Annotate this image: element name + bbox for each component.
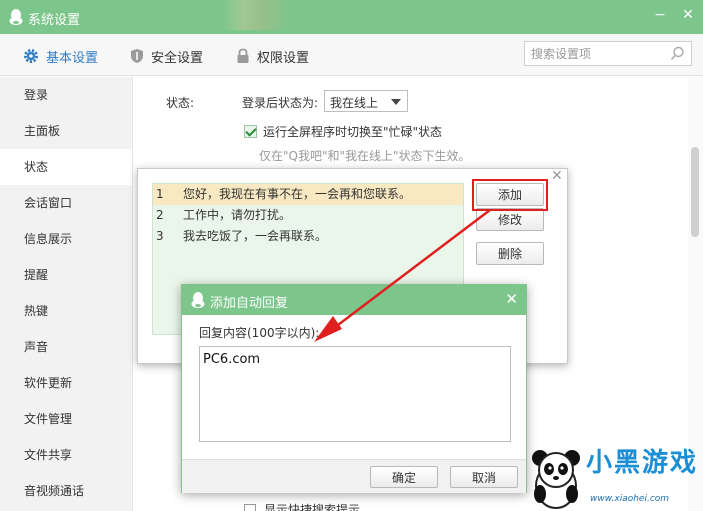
add-dialog-footer: 确定 取消 — [182, 459, 526, 493]
quick-search-tip-checkbox[interactable] — [244, 503, 256, 511]
add-button-highlight — [472, 179, 548, 211]
title-background-image — [222, 0, 292, 30]
qq-penguin-icon — [9, 9, 23, 25]
shield-icon — [131, 49, 143, 63]
panda-logo-icon — [532, 450, 580, 509]
quick-search-tip-label: 显示快捷搜索提示 — [264, 503, 361, 511]
reply-content-input[interactable] — [199, 346, 511, 442]
minimize-button[interactable]: − — [652, 7, 668, 23]
reply-number: 3 — [156, 229, 164, 243]
tab-permission-settings[interactable]: 权限设置 — [236, 46, 309, 66]
status-section-label: 状态: — [166, 96, 195, 110]
auto-reply-row[interactable]: 2 工作中，请勿打扰。 — [153, 205, 463, 226]
confirm-button[interactable]: 确定 — [370, 466, 438, 488]
tab-basic-settings-label: 基本设置 — [46, 50, 99, 66]
login-status-select[interactable]: 我在线上 — [324, 90, 408, 112]
close-button[interactable]: ✕ — [680, 7, 696, 23]
reply-text: 您好，我现在有事不在，一会再和您联系。 — [183, 187, 412, 201]
settings-tabs: 基本设置 安全设置 权限设置 — [0, 34, 703, 76]
fullscreen-busy-checkbox[interactable] — [244, 125, 257, 138]
reply-text: 工作中，请勿打扰。 — [183, 208, 292, 222]
sidebar-item-file-management[interactable]: 文件管理 — [0, 401, 132, 437]
sidebar-item-hotkey[interactable]: 热键 — [0, 293, 132, 329]
sidebar-item-login[interactable]: 登录 — [0, 77, 132, 113]
fullscreen-busy-label: 运行全屏程序时切换至"忙碌"状态 — [263, 125, 443, 139]
quick-search-tip-option[interactable]: 显示快捷搜索提示 — [244, 501, 360, 511]
reply-text: 我去吃饭了，一会再联系。 — [183, 229, 328, 243]
window-title: 系统设置 — [28, 13, 81, 28]
auto-reply-row[interactable]: 3 我去吃饭了，一会再联系。 — [153, 226, 463, 247]
add-dialog-titlebar: 添加自动回复 ✕ — [182, 285, 526, 315]
sidebar-item-software-update[interactable]: 软件更新 — [0, 365, 132, 401]
sidebar-item-file-sharing[interactable]: 文件共享 — [0, 437, 132, 473]
window-titlebar: 系统设置 − ✕ — [0, 0, 703, 34]
auto-reply-row[interactable]: 1 您好，我现在有事不在，一会再和您联系。 — [153, 184, 463, 205]
sidebar-item-reminder[interactable]: 提醒 — [0, 257, 132, 293]
edit-reply-button[interactable]: 修改 — [476, 208, 544, 231]
sidebar-item-av-call[interactable]: 音视频通话 — [0, 473, 132, 509]
reply-content-label: 回复内容(100字以内): — [199, 326, 320, 340]
login-status-value: 我在线上 — [330, 96, 379, 110]
search-input[interactable] — [531, 45, 661, 63]
search-icon[interactable] — [670, 46, 685, 61]
cancel-button[interactable]: 取消 — [450, 466, 518, 488]
sidebar-item-status[interactable]: 状态 — [0, 149, 132, 185]
tab-security-settings-label: 安全设置 — [151, 50, 204, 66]
sidebar-item-chat-window[interactable]: 会话窗口 — [0, 185, 132, 221]
fullscreen-busy-option[interactable]: 运行全屏程序时切换至"忙碌"状态 — [244, 123, 442, 140]
reply-number: 2 — [156, 208, 164, 222]
add-dialog-close-button[interactable]: ✕ — [505, 290, 518, 308]
tab-permission-settings-label: 权限设置 — [257, 50, 310, 66]
scrollbar-thumb[interactable] — [691, 147, 699, 237]
auto-reply-close-button[interactable]: ✕ — [551, 168, 563, 184]
sidebar-item-sound[interactable]: 声音 — [0, 329, 132, 365]
gear-icon — [24, 49, 38, 63]
delete-reply-button[interactable]: 删除 — [476, 242, 544, 265]
settings-sidebar: 登录 主面板 状态 会话窗口 信息展示 提醒 热键 声音 软件更新 文件管理 文… — [0, 77, 133, 511]
sidebar-item-main-panel[interactable]: 主面板 — [0, 113, 132, 149]
watermark-text: 小黑游戏 — [586, 448, 699, 478]
search-box[interactable] — [524, 41, 692, 66]
add-auto-reply-dialog: 添加自动回复 ✕ 回复内容(100字以内): 确定 取消 — [181, 284, 527, 493]
site-watermark: 小黑游戏 www.xiaohei.com — [528, 442, 703, 511]
watermark-url: www.xiaohei.com — [590, 494, 670, 504]
lock-icon — [237, 48, 249, 63]
tab-security-settings[interactable]: 安全设置 — [130, 46, 203, 66]
sidebar-item-info-display[interactable]: 信息展示 — [0, 221, 132, 257]
login-status-label: 登录后状态为: — [242, 96, 319, 110]
qq-penguin-icon — [191, 292, 205, 308]
status-hint: 仅在"Q我吧"和"我在线上"状态下生效。 — [259, 149, 471, 163]
reply-number: 1 — [156, 187, 164, 201]
add-dialog-title: 添加自动回复 — [210, 296, 289, 311]
chevron-down-icon — [391, 99, 401, 105]
tab-basic-settings[interactable]: 基本设置 — [23, 46, 98, 66]
